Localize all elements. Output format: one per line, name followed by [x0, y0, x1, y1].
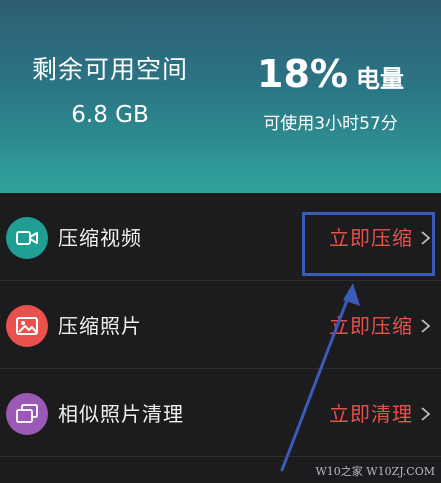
battery-remaining-time: 可使用3小时57分 [263, 114, 398, 134]
battery-percent: 18% [257, 52, 348, 96]
storage-battery-header: 剩余可用空间 6.8 GB 18% 电量 可使用3小时57分 [0, 0, 441, 193]
list-item-label: 压缩视频 [58, 226, 142, 250]
storage-stat: 剩余可用空间 6.8 GB [0, 52, 220, 132]
stacked-photos-icon [6, 393, 48, 435]
list-item-label: 相似照片清理 [58, 402, 184, 426]
highlight-box-annotation [302, 212, 435, 276]
chevron-right-icon [421, 319, 431, 333]
list-item-compress-photos[interactable]: 压缩照片 立即压缩 [0, 281, 441, 369]
list-item-similar-photos[interactable]: 相似照片清理 立即清理 [0, 369, 441, 457]
video-camera-icon [6, 217, 48, 259]
divider [0, 456, 441, 457]
clean-now-button[interactable]: 立即清理 [329, 399, 413, 429]
chevron-right-icon [421, 407, 431, 421]
watermark: W10之家 W10ZJ.COM [315, 465, 436, 478]
battery-stat: 18% 电量 可使用3小时57分 [220, 52, 441, 136]
list-item-label: 压缩照片 [58, 314, 142, 338]
compress-now-button[interactable]: 立即压缩 [329, 311, 413, 341]
storage-title: 剩余可用空间 [31, 55, 188, 84]
image-icon [6, 305, 48, 347]
battery-label: 电量 [355, 65, 404, 93]
storage-value: 6.8 GB [71, 102, 149, 128]
